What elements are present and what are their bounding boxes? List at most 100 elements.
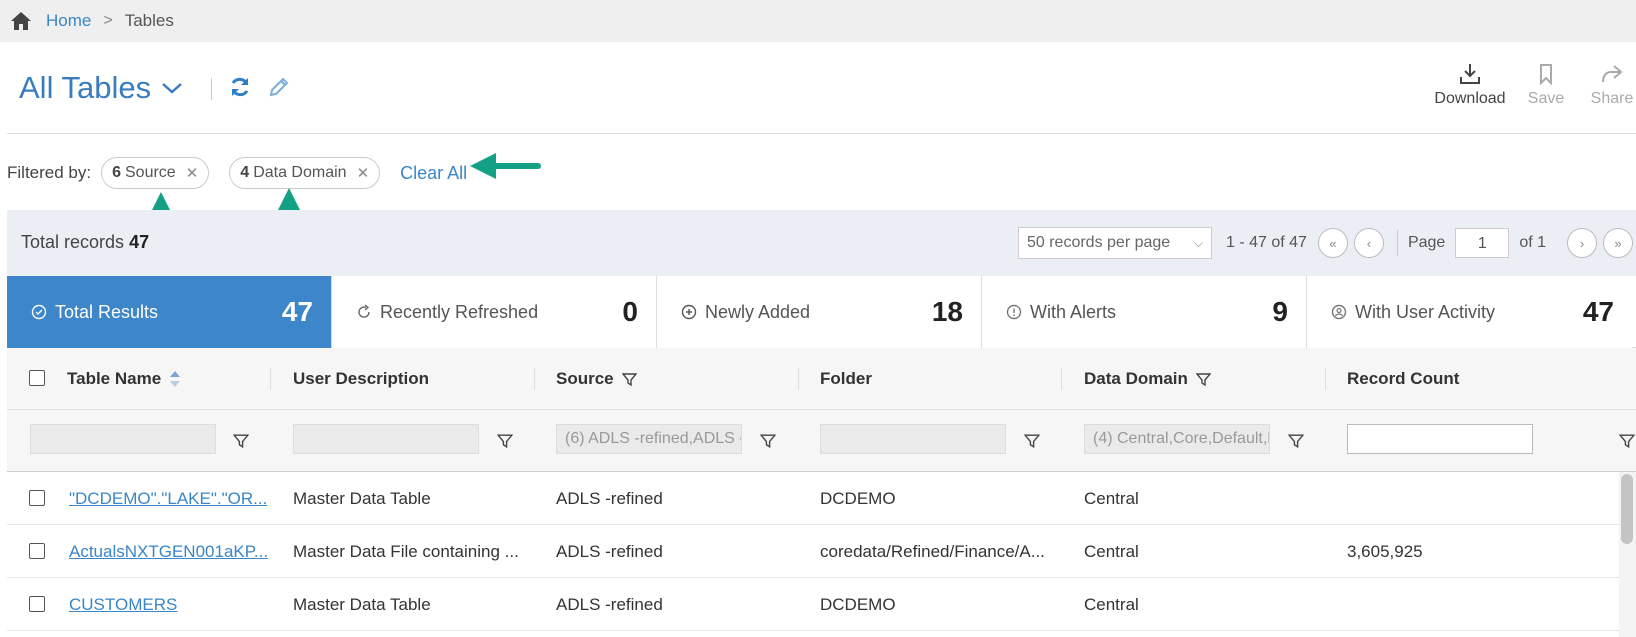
table-header: Table Name User Description Source Folde… bbox=[7, 348, 1636, 410]
stat-label: Total Results bbox=[55, 301, 159, 322]
column-header-table-name[interactable]: Table Name bbox=[67, 348, 181, 410]
cell-data-domain: Central bbox=[1084, 594, 1139, 614]
data-domain-filter-input[interactable]: (4) Central,Core,Default,Finance bbox=[1084, 424, 1270, 454]
title-divider bbox=[211, 78, 212, 100]
table-name-link[interactable]: "DCDEMO"."LAKE"."OR... bbox=[69, 472, 267, 525]
edit-icon[interactable] bbox=[268, 76, 290, 98]
chevron-right-icon: › bbox=[1579, 235, 1585, 251]
row-checkbox[interactable] bbox=[29, 596, 45, 612]
table-row[interactable]: CUSTOMERS Master Data Table ADLS -refine… bbox=[7, 578, 1619, 631]
stat-value: 47 bbox=[281, 296, 313, 327]
source-filter-input[interactable]: (6) ADLS -refined,ADLS -curated bbox=[556, 424, 742, 454]
user-activity-icon bbox=[1331, 304, 1347, 320]
total-records-label: Total records bbox=[21, 232, 125, 252]
refresh-icon[interactable] bbox=[228, 75, 252, 99]
column-label: Folder bbox=[820, 369, 872, 388]
share-icon bbox=[1602, 65, 1623, 83]
clear-all-link[interactable]: Clear All bbox=[400, 163, 467, 184]
chip-label: Data Domain bbox=[253, 164, 347, 181]
download-label: Download bbox=[1434, 90, 1506, 107]
stat-value: 0 bbox=[622, 296, 638, 327]
filter-icon[interactable] bbox=[1024, 433, 1040, 449]
column-label: Source bbox=[556, 369, 614, 388]
table-row[interactable]: "DCDEMO"."LAKE"."OR... Master Data Table… bbox=[7, 472, 1619, 525]
filter-icon[interactable] bbox=[1195, 372, 1211, 387]
table-name-link[interactable]: ActualsNXTGEN001aKP... bbox=[69, 525, 268, 578]
table-name-filter-input[interactable] bbox=[30, 424, 216, 454]
row-checkbox[interactable] bbox=[29, 490, 45, 506]
chip-count: 6 bbox=[112, 164, 121, 181]
filter-icon[interactable] bbox=[621, 372, 637, 387]
chevron-down-icon bbox=[162, 83, 182, 94]
row-checkbox[interactable] bbox=[29, 543, 45, 559]
column-header-user-description[interactable]: User Description bbox=[293, 348, 429, 410]
column-header-record-count[interactable]: Record Count bbox=[1347, 348, 1459, 410]
save-button[interactable]: Save bbox=[1516, 62, 1576, 108]
last-page-button[interactable]: » bbox=[1603, 228, 1633, 258]
page-header: All Tables Download Save Share bbox=[0, 42, 1636, 134]
column-divider bbox=[270, 368, 271, 390]
filter-icon[interactable] bbox=[497, 433, 513, 449]
sort-icon[interactable] bbox=[169, 370, 181, 388]
cell-description: Master Data File containing ... bbox=[293, 541, 519, 561]
table-row[interactable]: ActualsNXTGEN001aKP... Master Data File … bbox=[7, 525, 1619, 578]
tab-with-user-activity[interactable]: With User Activity 47 bbox=[1307, 276, 1632, 348]
first-page-button[interactable]: « bbox=[1317, 228, 1348, 258]
page-title: All Tables bbox=[19, 70, 152, 105]
header-divider bbox=[7, 133, 1636, 134]
column-divider bbox=[1325, 368, 1326, 390]
arrow-left-annotation bbox=[470, 153, 541, 179]
tab-with-alerts[interactable]: With Alerts 9 bbox=[982, 276, 1307, 348]
filter-icon[interactable] bbox=[1619, 433, 1635, 449]
tab-total-results[interactable]: Total Results 47 bbox=[7, 276, 332, 348]
share-button[interactable]: Share bbox=[1582, 62, 1636, 108]
description-filter-input[interactable] bbox=[293, 424, 479, 454]
cell-folder: DCDEMO bbox=[820, 488, 896, 508]
total-records-value: 47 bbox=[129, 232, 150, 252]
bookmark-icon bbox=[1540, 64, 1552, 86]
column-label: Data Domain bbox=[1084, 369, 1188, 388]
scrollbar-thumb[interactable] bbox=[1621, 474, 1633, 544]
stat-value: 9 bbox=[1272, 296, 1288, 327]
tab-newly-added[interactable]: Newly Added 18 bbox=[657, 276, 982, 348]
cell-folder: DCDEMO bbox=[820, 594, 896, 614]
cell-description: Master Data Table bbox=[293, 488, 431, 508]
next-page-button[interactable]: › bbox=[1567, 228, 1597, 258]
table-name-link[interactable]: CUSTOMERS bbox=[69, 578, 177, 631]
stat-value: 18 bbox=[931, 296, 963, 327]
records-per-page-select[interactable]: 50 records per page ⌵ bbox=[1017, 227, 1212, 259]
filter-icon[interactable] bbox=[760, 433, 776, 449]
download-button[interactable]: Download bbox=[1420, 62, 1520, 108]
breadcrumb-home-link[interactable]: Home bbox=[46, 11, 91, 31]
column-label: User Description bbox=[293, 369, 430, 388]
chip-count: 4 bbox=[240, 164, 250, 181]
column-header-folder[interactable]: Folder bbox=[820, 348, 872, 410]
cell-data-domain: Central bbox=[1084, 488, 1139, 508]
filter-icon[interactable] bbox=[233, 433, 249, 449]
column-label: Record Count bbox=[1347, 369, 1460, 388]
breadcrumb-current: Tables bbox=[124, 11, 174, 30]
cell-folder: coredata/Refined/Finance/A... bbox=[820, 541, 1045, 561]
filter-icon[interactable] bbox=[1288, 433, 1304, 449]
column-header-data-domain[interactable]: Data Domain bbox=[1084, 348, 1211, 410]
folder-filter-input[interactable] bbox=[820, 424, 1006, 454]
filter-chip-data-domain[interactable]: 4 Data Domain ✕ bbox=[229, 157, 381, 189]
home-icon[interactable] bbox=[10, 11, 32, 31]
view-selector[interactable]: All Tables bbox=[19, 70, 183, 106]
filter-chip-source[interactable]: 6 Source ✕ bbox=[101, 157, 210, 189]
close-icon[interactable]: ✕ bbox=[357, 164, 370, 182]
pagination: 50 records per page ⌵ 1 - 47 of 47 « ‹ P… bbox=[1017, 226, 1636, 260]
select-all-checkbox[interactable] bbox=[29, 370, 45, 386]
stat-label: With User Activity bbox=[1355, 301, 1496, 322]
record-count-filter-input[interactable] bbox=[1347, 424, 1533, 454]
column-divider bbox=[534, 368, 535, 390]
filter-bar: Filtered by: 6 Source ✕ 4 Data Domain ✕ … bbox=[0, 155, 1636, 191]
prev-page-button[interactable]: ‹ bbox=[1353, 228, 1384, 258]
close-icon[interactable]: ✕ bbox=[186, 164, 199, 182]
page-number-input[interactable]: 1 bbox=[1455, 228, 1510, 258]
column-header-source[interactable]: Source bbox=[556, 348, 637, 410]
plus-circle-icon bbox=[681, 304, 697, 320]
tab-recently-refreshed[interactable]: Recently Refreshed 0 bbox=[332, 276, 657, 348]
cell-data-domain: Central bbox=[1084, 541, 1139, 561]
page-label: Page bbox=[1407, 234, 1446, 251]
